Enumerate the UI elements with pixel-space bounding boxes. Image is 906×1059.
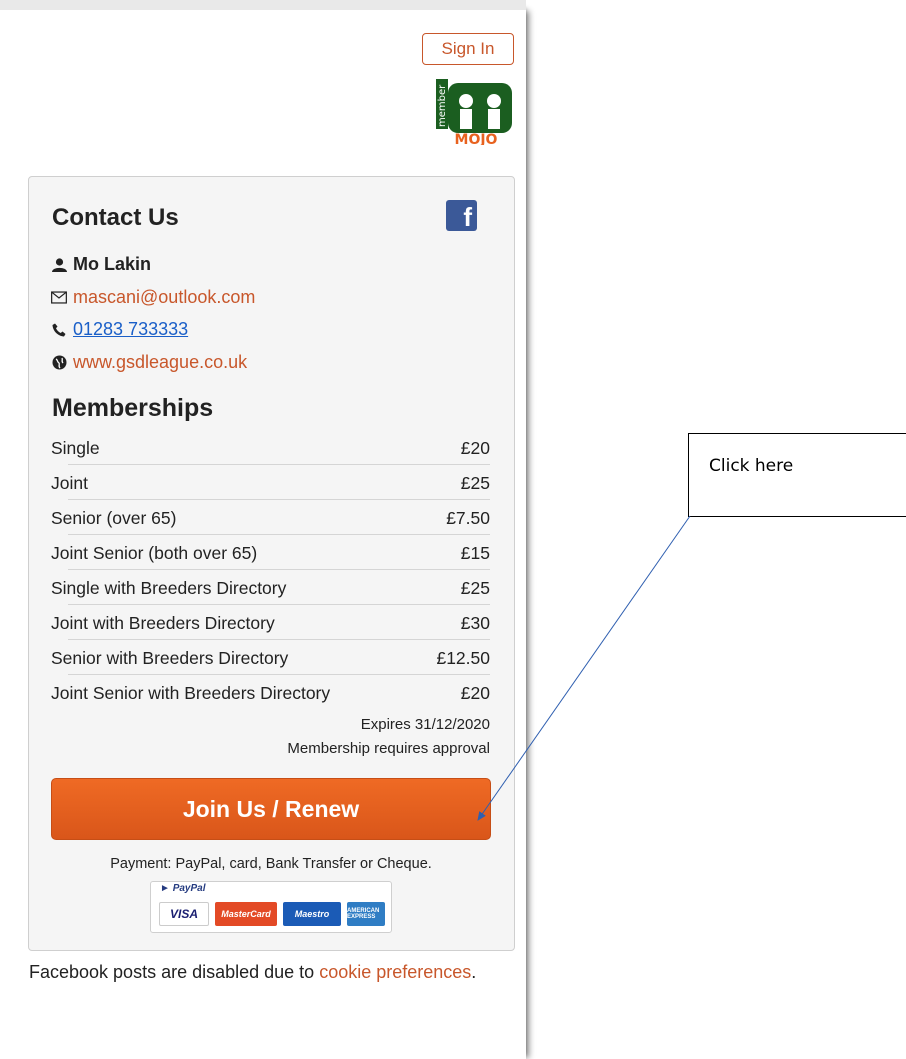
top-bar (0, 0, 526, 10)
svg-text:MOJO: MOJO (455, 132, 498, 145)
membership-label: Single with Breeders Directory (51, 578, 287, 598)
membership-label: Senior (over 65) (51, 508, 177, 528)
amex-icon: AMERICAN EXPRESS (347, 902, 385, 926)
membership-row: Senior with Breeders Directory £12.50 (51, 648, 490, 669)
paypal-label: PayPal (172, 883, 206, 894)
membership-price: £25 (460, 473, 490, 493)
mastercard-icon: MasterCard (215, 902, 277, 926)
membership-label: Joint Senior (both over 65) (51, 543, 258, 563)
expiry-date: Expires 31/12/2020 (360, 716, 490, 733)
contact-email-link[interactable]: mascani@outlook.com (73, 287, 255, 308)
facebook-icon[interactable]: f (446, 200, 477, 231)
paypal-logo: ► PayPal (160, 883, 206, 894)
membership-row: Single with Breeders Directory £25 (51, 578, 490, 599)
approval-note: Membership requires approval (287, 740, 490, 757)
globe-icon (51, 355, 67, 371)
membership-label: Senior with Breeders Directory (51, 648, 289, 668)
membermojo-logo: member MOJO (436, 79, 512, 145)
row-divider (68, 569, 490, 570)
membership-row: Senior (over 65) £7.50 (51, 508, 490, 529)
contact-website-link[interactable]: www.gsdleague.co.uk (73, 352, 247, 373)
contact-name: Mo Lakin (73, 254, 152, 274)
phone-icon (51, 322, 67, 338)
row-divider (68, 639, 490, 640)
row-divider (68, 534, 490, 535)
membership-label: Joint with Breeders Directory (51, 613, 275, 633)
membership-price: £30 (460, 613, 490, 633)
maestro-icon: Maestro (283, 902, 341, 926)
membership-label: Single (51, 438, 100, 458)
contact-email-row[interactable]: mascani@outlook.com (51, 287, 255, 308)
click-here-callout: Click here (688, 433, 906, 517)
cookie-preferences-link[interactable]: cookie preferences (319, 962, 471, 982)
membership-row: Joint with Breeders Directory £30 (51, 613, 490, 634)
membership-price: £20 (460, 438, 490, 458)
contact-heading: Contact Us (52, 204, 179, 231)
membership-label: Joint Senior with Breeders Directory (51, 683, 331, 703)
contact-phone-row[interactable]: 01283 733333 (51, 319, 188, 340)
payment-logos: ► PayPal VISA MasterCard Maestro AMERICA… (150, 881, 392, 933)
join-renew-button[interactable]: Join Us / Renew (51, 778, 491, 840)
payment-methods-text: Payment: PayPal, card, Bank Transfer or … (110, 856, 432, 872)
membership-price: £15 (460, 543, 490, 563)
membership-row: Joint Senior (both over 65) £15 (51, 543, 490, 564)
membership-price: £25 (460, 578, 490, 598)
svg-text:member: member (437, 84, 448, 127)
contact-name-row: Mo Lakin (51, 254, 151, 275)
sign-in-button[interactable]: Sign In (422, 33, 514, 65)
row-divider (68, 674, 490, 675)
notice-text: Facebook posts are disabled due to (29, 962, 320, 982)
user-icon (51, 257, 67, 273)
membership-price: £7.50 (446, 508, 490, 528)
membership-row: Joint £25 (51, 473, 490, 494)
row-divider (68, 499, 490, 500)
row-divider (68, 604, 490, 605)
contact-phone-link[interactable]: 01283 733333 (73, 319, 188, 340)
envelope-icon (51, 290, 67, 306)
membership-row: Single £20 (51, 438, 490, 459)
contact-website-row[interactable]: www.gsdleague.co.uk (51, 352, 247, 373)
notice-end: . (471, 962, 477, 982)
membership-row: Joint Senior with Breeders Directory £20 (51, 683, 490, 704)
membership-price: £20 (460, 683, 490, 703)
memberships-heading: Memberships (52, 394, 214, 422)
membership-label: Joint (51, 473, 88, 493)
row-divider (68, 464, 490, 465)
membership-price: £12.50 (436, 648, 490, 668)
facebook-posts-notice: Facebook posts are disabled due to cooki… (29, 958, 509, 987)
visa-icon: VISA (159, 902, 209, 926)
